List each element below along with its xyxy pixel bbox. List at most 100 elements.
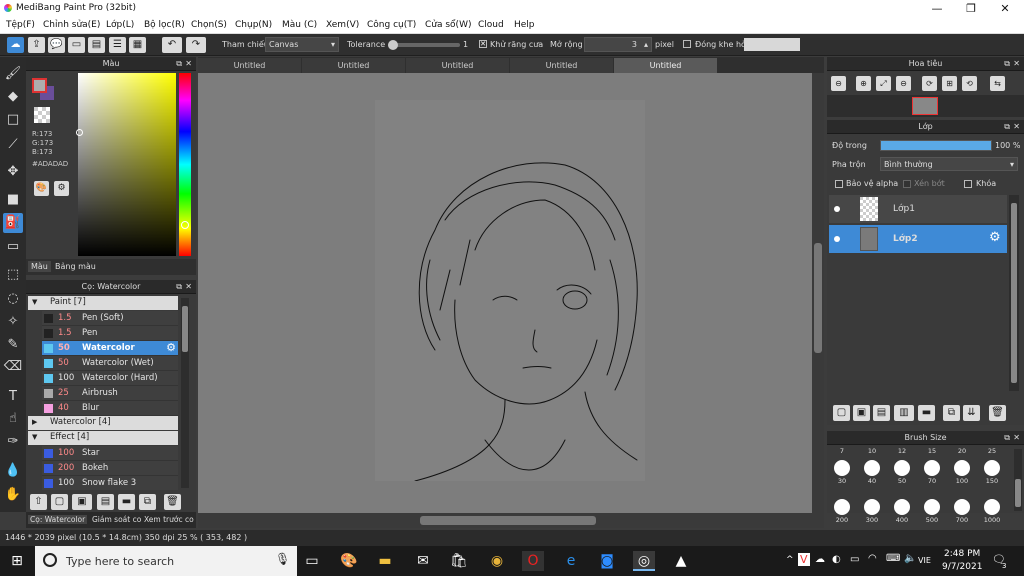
brush-item-selected[interactable]: 50 Watercolor ⚙: [42, 341, 178, 356]
duplicate-layer-icon[interactable]: ⧉: [943, 405, 960, 421]
primary-color-swatch[interactable]: [32, 78, 47, 93]
merge-layer-icon[interactable]: ⇊: [963, 405, 980, 421]
gear-icon[interactable]: ⚙: [166, 341, 176, 354]
doc-tab-active[interactable]: Untitled: [614, 58, 717, 73]
doc-tab[interactable]: Untitled: [406, 58, 509, 73]
zoom-reset-icon[interactable]: ⊖: [896, 76, 911, 91]
windows-start-icon[interactable]: ⊞: [6, 551, 28, 571]
transparent-color-swatch[interactable]: [34, 107, 50, 123]
move-tool-icon[interactable]: ✥: [3, 162, 23, 182]
doc-tab[interactable]: Untitled: [510, 58, 613, 73]
menu-select[interactable]: Chọn(S): [191, 20, 227, 30]
opera-icon[interactable]: O: [522, 551, 544, 571]
antialias-checkbox[interactable]: ✕: [479, 40, 487, 48]
share-icon[interactable]: ⇪: [28, 37, 45, 53]
tolerance-slider[interactable]: [388, 40, 460, 50]
eraser-tool-icon[interactable]: ◆: [3, 87, 23, 107]
new-layer-icon[interactable]: ▢: [833, 405, 850, 421]
tray-chevron-icon[interactable]: ^: [786, 555, 794, 565]
select-eraser-icon[interactable]: ⌫: [3, 357, 23, 377]
brush-item[interactable]: 40 Blur: [42, 401, 178, 416]
navigator-preview[interactable]: [827, 95, 1024, 117]
canvas-hscrollbar[interactable]: [198, 513, 824, 528]
list-icon[interactable]: ☰: [109, 37, 126, 53]
battery-icon[interactable]: ▭: [850, 554, 859, 565]
protect-alpha-checkbox[interactable]: [835, 180, 843, 188]
opacity-slider[interactable]: [880, 140, 992, 151]
gear-icon[interactable]: ⚙: [989, 230, 1001, 245]
tolerance-slider-handle[interactable]: [388, 40, 398, 50]
add-layer-menu-icon[interactable]: ▥: [894, 405, 914, 421]
brush-item[interactable]: 1.5 Pen (Soft): [42, 311, 178, 326]
divide-tool-icon[interactable]: ✑: [3, 432, 23, 452]
chrome-icon[interactable]: ◉: [486, 551, 508, 571]
doc-tab[interactable]: Untitled: [302, 58, 405, 73]
search-box[interactable]: Type here to search 🎙: [35, 546, 297, 576]
new-halftone-layer-icon[interactable]: ▣: [853, 405, 870, 421]
lasso-tool-icon[interactable]: ◌: [3, 289, 23, 309]
hue-slider[interactable]: [179, 73, 191, 256]
photos-icon[interactable]: ▲: [670, 551, 692, 571]
scrollbar-thumb[interactable]: [1011, 203, 1017, 383]
menu-view[interactable]: Xem(V): [326, 20, 359, 30]
brush-item[interactable]: 50 Watercolor (Wet): [42, 356, 178, 371]
brush-folder-icon[interactable]: ▬: [118, 494, 135, 510]
expand-spinner[interactable]: 3 ▴: [584, 37, 652, 52]
doc-tab[interactable]: Untitled: [198, 58, 301, 73]
menu-layer[interactable]: Lớp(L): [106, 20, 134, 30]
menu-help[interactable]: Help: [514, 20, 535, 30]
scrollbar-thumb[interactable]: [814, 243, 822, 353]
popout-icon[interactable]: ⧉: [1004, 57, 1010, 71]
scrollbar-thumb[interactable]: [182, 306, 188, 352]
new-8bit-layer-icon[interactable]: ▤: [873, 405, 890, 421]
select-tool-icon[interactable]: ⬚: [3, 265, 23, 285]
flip-icon[interactable]: ⇆: [990, 76, 1005, 91]
rotate-fit-icon[interactable]: ⊞: [942, 76, 957, 91]
magic-wand-icon[interactable]: ✧: [3, 312, 23, 332]
close-gap-checkbox[interactable]: [683, 40, 691, 48]
text-tool-icon[interactable]: T: [3, 387, 23, 407]
delete-layer-icon[interactable]: 🗑: [989, 405, 1006, 421]
brush-duplicate-icon[interactable]: ⧉: [139, 494, 156, 510]
brush-size-scrollbar[interactable]: [1014, 449, 1022, 511]
rotate-icon[interactable]: ⟳: [922, 76, 937, 91]
volume-icon[interactable]: 🔈: [904, 553, 916, 564]
navigator-viewport[interactable]: [912, 97, 938, 115]
tab-brush[interactable]: Cọ: Watercolor: [28, 515, 88, 524]
clock-time[interactable]: 2:48 PM: [944, 549, 980, 559]
tab-palette[interactable]: Bảng màu: [52, 261, 99, 272]
hue-cursor[interactable]: [181, 221, 189, 229]
layer-row-selected[interactable]: Lớp2 ⚙: [829, 225, 1007, 253]
zoom-app-icon[interactable]: ◙: [596, 551, 618, 571]
brush-group-header[interactable]: ▶ Watercolor [4]: [28, 416, 178, 430]
collapse-icon[interactable]: ▶: [32, 418, 37, 426]
brush-list-scrollbar[interactable]: [181, 298, 189, 488]
panel-close-icon[interactable]: ✕: [1013, 57, 1020, 71]
comment-icon[interactable]: 💬: [48, 37, 65, 53]
visibility-icon[interactable]: [834, 236, 840, 242]
blend-select[interactable]: Bình thường ▾: [880, 157, 1018, 171]
keyboard-icon[interactable]: ⌨: [886, 553, 900, 564]
brush-delete-icon[interactable]: 🗑: [164, 494, 181, 510]
rotate-reset-icon[interactable]: ⟲: [962, 76, 977, 91]
zoom-in-icon[interactable]: ⊕: [856, 76, 871, 91]
palette-icon[interactable]: 🎨: [34, 181, 49, 196]
layer-row[interactable]: Lớp1: [829, 195, 1007, 223]
task-view-icon[interactable]: ▭: [301, 551, 323, 571]
hand-tool-icon[interactable]: ✋: [3, 485, 23, 505]
menu-file[interactable]: Tệp(F): [6, 20, 35, 30]
operation-tool-icon[interactable]: ☝: [3, 409, 23, 429]
palette-settings-icon[interactable]: ⚙: [54, 181, 69, 196]
vivaldi-tray-icon[interactable]: V: [798, 553, 810, 566]
paper-canvas[interactable]: [375, 100, 645, 482]
popout-icon[interactable]: ⧉: [176, 57, 182, 71]
store-icon[interactable]: 🛍: [448, 551, 470, 571]
tray-icon[interactable]: ◐: [832, 554, 841, 565]
clock-date[interactable]: 9/7/2021: [942, 562, 982, 572]
close-button[interactable]: ✕: [988, 0, 1022, 17]
menu-cloud[interactable]: Cloud: [478, 20, 504, 30]
chat-icon[interactable]: ▭: [68, 37, 85, 53]
minimize-button[interactable]: —: [920, 0, 954, 17]
brush-item[interactable]: 100 Star: [42, 446, 178, 461]
fill-rect-tool-icon[interactable]: ■: [3, 190, 23, 210]
